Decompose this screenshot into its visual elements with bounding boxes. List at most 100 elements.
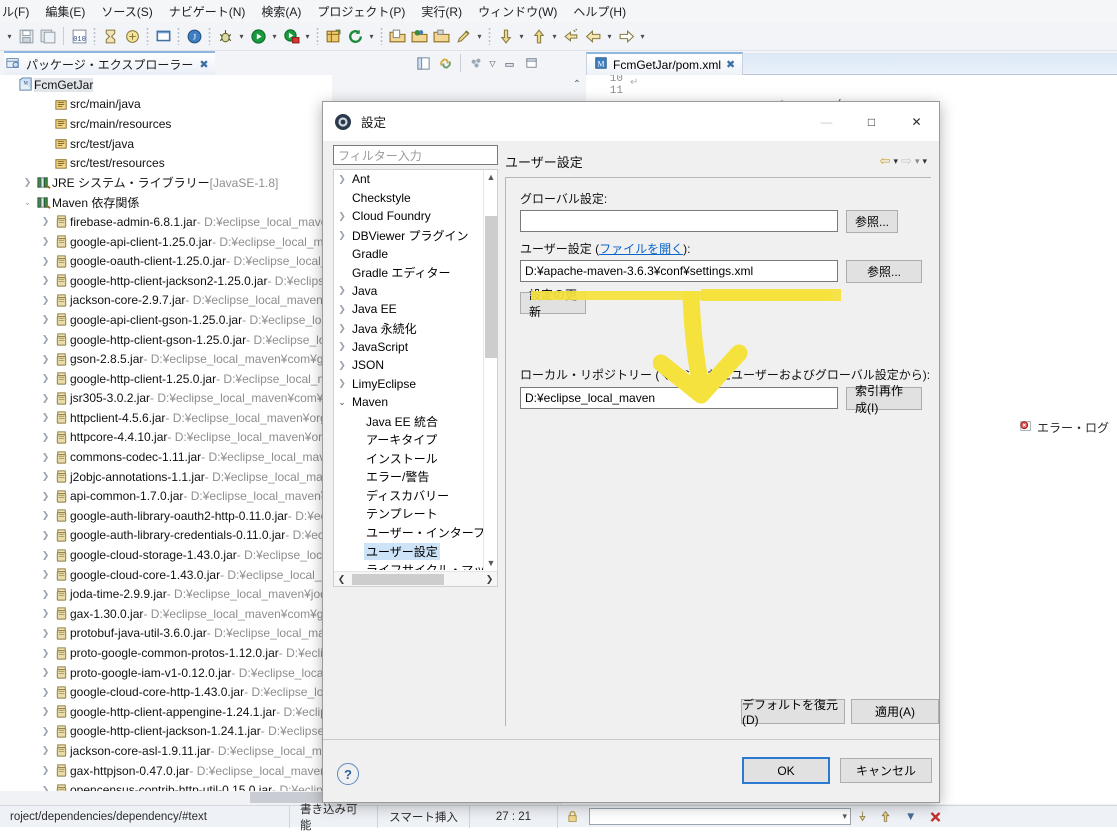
expand-arrow[interactable]: ❯: [38, 275, 53, 286]
tree-item[interactable]: ❯ gax-1.30.0.jar - D:¥eclipse_local_maven…: [0, 604, 332, 624]
expand-arrow[interactable]: ❯: [334, 360, 350, 371]
preference-tree-item[interactable]: ⌄ Maven: [334, 393, 497, 412]
tree-item[interactable]: ❯ firebase-admin-6.8.1.jar - D:¥eclipse_l…: [0, 212, 332, 232]
page-menu-icon[interactable]: ▾: [922, 156, 927, 167]
expand-arrow[interactable]: ❯: [334, 323, 350, 334]
local-repository-input[interactable]: D:¥eclipse_local_maven: [520, 387, 838, 409]
back-dropdown-icon[interactable]: ▾: [894, 156, 899, 167]
tree-item[interactable]: ❯ commons-codec-1.11.jar - D:¥eclipse_loc…: [0, 447, 332, 467]
expand-arrow[interactable]: ❯: [38, 412, 53, 423]
expand-arrow[interactable]: ❯: [20, 177, 35, 188]
menu-item-navigate[interactable]: ナビゲート(N): [161, 1, 254, 22]
preference-tree-item[interactable]: ユーザー設定: [334, 542, 497, 561]
expand-arrow[interactable]: ❯: [38, 334, 53, 345]
menu-item-edit[interactable]: 編集(E): [37, 1, 93, 22]
expand-arrow[interactable]: ❯: [38, 510, 53, 521]
forward-nav-icon[interactable]: ⇨: [901, 153, 912, 169]
tree-scroll-thumb[interactable]: [485, 216, 497, 358]
tree-item[interactable]: ❯ google-cloud-core-1.43.0.jar - D:¥eclip…: [0, 565, 332, 585]
expand-arrow[interactable]: ❯: [38, 726, 53, 737]
tab-package-explorer[interactable]: パッケージ・エクスプローラー ✖: [4, 51, 215, 75]
tree-item[interactable]: ❯ proto-google-common-protos-1.12.0.jar -…: [0, 643, 332, 663]
preference-tree-item[interactable]: ユーザー・インターフェース: [334, 523, 497, 542]
preferences-tree-list[interactable]: ❯ Ant Checkstyle ❯ Cloud Foundry ❯ DBViewer プラ…: [334, 170, 497, 570]
expand-arrow[interactable]: ❯: [38, 589, 53, 600]
preference-tree-item[interactable]: ❯ JavaScript: [334, 337, 497, 356]
up-icon[interactable]: [874, 806, 897, 828]
preference-tree-item[interactable]: アーキタイプ: [334, 430, 497, 449]
link-with-editor-icon[interactable]: [434, 52, 456, 74]
tree-item[interactable]: src/test/resources: [0, 153, 332, 173]
preference-tree-item[interactable]: Gradle: [334, 244, 497, 263]
preference-tree-item[interactable]: ❯ Java 永続化: [334, 319, 497, 338]
new-java-class-icon[interactable]: [99, 25, 121, 47]
expand-arrow[interactable]: ⌄: [20, 197, 35, 208]
expand-arrow[interactable]: ❯: [38, 471, 53, 482]
expand-arrow[interactable]: ❯: [38, 393, 53, 404]
menu-item-window[interactable]: ウィンドウ(W): [470, 1, 565, 22]
restore-defaults-button[interactable]: デフォルトを復元(D): [741, 698, 845, 727]
back-nav-icon[interactable]: ⇦: [880, 153, 891, 169]
expand-arrow[interactable]: ❯: [334, 341, 350, 352]
expand-arrow[interactable]: ❯: [38, 314, 53, 325]
expand-arrow[interactable]: ❯: [38, 295, 53, 306]
open-type-icon[interactable]: J: [183, 25, 205, 47]
tree-item[interactable]: ❯ google-http-client-jackson-1.24.1.jar -…: [0, 722, 332, 742]
close-icon[interactable]: ✖: [726, 58, 735, 71]
preference-tree-item[interactable]: ❯ LimyEclipse: [334, 375, 497, 394]
expand-arrow[interactable]: ❯: [334, 378, 350, 389]
open-task-icon[interactable]: [408, 25, 430, 47]
tree-item[interactable]: ❯ httpclient-4.5.6.jar - D:¥eclipse_local…: [0, 408, 332, 428]
tree-item[interactable]: ❯ google-auth-library-credentials-0.11.0.…: [0, 526, 332, 546]
new-package-icon[interactable]: [322, 25, 344, 47]
tree-item[interactable]: src/test/java: [0, 134, 332, 154]
view-dropdown-icon[interactable]: ▽: [487, 52, 498, 74]
tree-item[interactable]: ❯ j2objc-annotations-1.1.jar - D:¥eclipse…: [0, 467, 332, 487]
preference-tree-item[interactable]: ❯ Cloud Foundry: [334, 207, 497, 226]
preference-tree-item[interactable]: Gradle エディター: [334, 263, 497, 282]
coverage-dropdown-icon[interactable]: ▾: [302, 25, 313, 47]
tab-pom-xml[interactable]: M FcmGetJar/pom.xml ✖: [586, 52, 744, 75]
open-file-link[interactable]: ファイルを開く: [599, 242, 683, 256]
edit-dropdown-icon[interactable]: ▾: [474, 25, 485, 47]
expand-arrow[interactable]: ❯: [38, 706, 53, 717]
debug-dropdown-icon[interactable]: ▾: [236, 25, 247, 47]
up-dropdown-icon[interactable]: ▾: [549, 25, 560, 47]
down-arrow-icon[interactable]: [494, 25, 516, 47]
preference-tree-item[interactable]: ❯ Java EE: [334, 300, 497, 319]
menu-item-run[interactable]: 実行(R): [413, 1, 470, 22]
open-console-icon[interactable]: [152, 25, 174, 47]
save-all-icon[interactable]: [37, 25, 59, 47]
tree-item[interactable]: ❯ jackson-core-asl-1.9.11.jar - D:¥eclips…: [0, 741, 332, 761]
forward-dropdown-icon[interactable]: ▾: [637, 25, 648, 47]
preference-tree-item[interactable]: ❯ DBViewer プラグイン: [334, 226, 497, 245]
up-arrow-icon[interactable]: [527, 25, 549, 47]
expand-arrow[interactable]: ❯: [38, 236, 53, 247]
scroll-down-arrow-icon[interactable]: ▼: [484, 556, 498, 570]
tree-root-project[interactable]: M FcmGetJar: [0, 75, 332, 95]
status-combo-input[interactable]: ▾: [589, 808, 851, 825]
toolbar-overflow-arrow[interactable]: ▾: [4, 25, 15, 47]
tree-item[interactable]: ❯ jackson-core-2.9.7.jar - D:¥eclipse_loc…: [0, 291, 332, 311]
close-icon[interactable]: ✖: [199, 58, 208, 71]
preference-tree-item[interactable]: ❯ JSON: [334, 356, 497, 375]
expand-arrow[interactable]: ❯: [334, 174, 350, 185]
preference-tree-item[interactable]: テンプレート: [334, 505, 497, 524]
tree-item[interactable]: ❯ jsr305-3.0.2.jar - D:¥eclipse_local_mav…: [0, 389, 332, 409]
tree-item[interactable]: ❯ proto-google-iam-v1-0.12.0.jar - D:¥ecl…: [0, 663, 332, 683]
expand-arrow[interactable]: ❯: [38, 452, 53, 463]
new-annotation-icon[interactable]: [121, 25, 143, 47]
expand-arrow[interactable]: ❯: [38, 648, 53, 659]
pin-icon[interactable]: [851, 806, 874, 828]
menu-item-file[interactable]: ル(F): [0, 1, 37, 22]
user-settings-input[interactable]: D:¥apache-maven-3.6.3¥conf¥settings.xml: [520, 260, 838, 282]
tree-item[interactable]: src/main/java: [0, 95, 332, 115]
expand-arrow[interactable]: ❯: [38, 216, 53, 227]
menu-item-help[interactable]: ヘルプ(H): [565, 1, 634, 22]
expand-arrow[interactable]: ❯: [38, 550, 53, 561]
tree-item[interactable]: ❯ gax-httpjson-0.47.0.jar - D:¥eclipse_lo…: [0, 761, 332, 781]
tree-item[interactable]: ❯ protobuf-java-util-3.6.0.jar - D:¥eclip…: [0, 624, 332, 644]
down-dropdown-icon[interactable]: ▾: [516, 25, 527, 47]
save-icon[interactable]: [15, 25, 37, 47]
refresh-dropdown-icon[interactable]: ▾: [366, 25, 377, 47]
